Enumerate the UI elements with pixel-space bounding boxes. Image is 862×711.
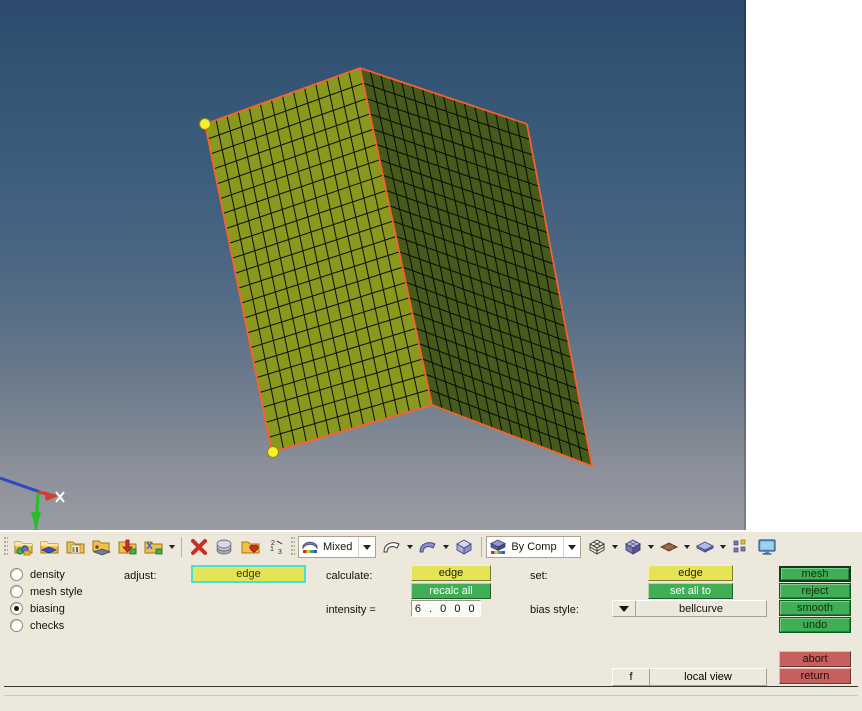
axis-gizmo — [0, 476, 65, 530]
calculate-recalc-all-button[interactable]: recalc all — [411, 583, 491, 599]
shading-mode-icon — [299, 537, 321, 557]
radio-label-biasing: biasing — [30, 602, 65, 615]
radio-indicator-checks — [10, 619, 23, 632]
chevron-down-icon-planeblue[interactable] — [718, 534, 728, 560]
chevron-down-icon-biasstyle[interactable] — [613, 601, 636, 616]
3d-viewport[interactable] — [0, 0, 746, 530]
curve-open-icon[interactable] — [379, 534, 405, 560]
undo-button[interactable]: undo — [779, 617, 851, 633]
folder-tools-icon[interactable] — [141, 534, 167, 560]
shaded-cube-icon[interactable] — [620, 534, 646, 560]
shading-mode-combo[interactable]: Mixed — [298, 536, 377, 558]
chevron-down-icon-planebrown[interactable] — [682, 534, 692, 560]
surface-icon[interactable] — [415, 534, 441, 560]
radio-indicator-biasing — [10, 602, 23, 615]
chevron-down-icon-colorby[interactable] — [562, 537, 580, 557]
chevron-down-icon-tools[interactable] — [167, 534, 177, 560]
folder-new-layer-icon[interactable] — [89, 534, 115, 560]
local-view-value[interactable]: local view — [650, 669, 766, 685]
color-by-icon — [487, 537, 509, 557]
main-toolbar: 2 1 3 Mixed By Comp — [0, 531, 862, 561]
chevron-down-icon-shadedcube[interactable] — [646, 534, 656, 560]
axis-x-label — [55, 491, 65, 503]
toolbar-gripper-1[interactable] — [4, 537, 8, 557]
cube-solid-icon[interactable] — [451, 534, 477, 560]
radio-label-checks: checks — [30, 619, 65, 632]
chevron-down-icon-wirecube[interactable] — [610, 534, 620, 560]
bias-style-dropdown[interactable]: bellcurve — [612, 600, 767, 617]
radio-checks[interactable]: checks — [10, 617, 83, 634]
bias-style-label: bias style: — [530, 604, 579, 616]
bias-style-value: bellcurve — [678, 602, 724, 615]
set-target-button[interactable]: edge — [648, 565, 733, 581]
toolbar-gripper-2[interactable] — [291, 537, 295, 557]
component-grid-icon[interactable] — [728, 534, 754, 560]
mode-radio-group: density mesh style biasing checks — [10, 566, 83, 634]
folder-objects-icon[interactable] — [11, 534, 37, 560]
numbered-order-icon[interactable]: 2 1 3 — [264, 534, 290, 560]
folder-heart-icon[interactable] — [238, 534, 264, 560]
folder-import-icon[interactable] — [115, 534, 141, 560]
folder-properties-icon[interactable] — [63, 534, 89, 560]
monitor-screen-icon[interactable] — [754, 534, 780, 560]
return-button[interactable]: return — [779, 668, 851, 684]
calculate-label: calculate: — [326, 570, 373, 582]
intensity-input[interactable]: 6 . 0 0 0 — [411, 600, 481, 617]
set-all-to-button[interactable]: set all to — [648, 583, 733, 599]
radio-indicator-mesh-style — [10, 585, 23, 598]
set-label: set: — [530, 570, 548, 582]
copy-stack-icon[interactable] — [212, 534, 238, 560]
application-window: 2 1 3 Mixed By Comp density mesh style b… — [0, 0, 862, 711]
svg-text:3: 3 — [278, 549, 282, 556]
plane-brown-icon[interactable] — [656, 534, 682, 560]
calculate-target-button[interactable]: edge — [411, 565, 491, 581]
shading-mode-label: Mixed — [323, 541, 353, 553]
viewport-canvas — [0, 67, 594, 530]
viewport-edge-shadow — [744, 0, 746, 530]
chevron-down-icon-surface[interactable] — [441, 534, 451, 560]
radio-label-mesh-style: mesh style — [30, 585, 83, 598]
svg-text:1: 1 — [270, 546, 274, 553]
panel-footer-strip — [4, 687, 858, 696]
toolbar-separator-2 — [481, 537, 483, 557]
mesh-button[interactable]: mesh — [779, 566, 851, 582]
color-by-label: By Comp — [511, 541, 557, 553]
radio-biasing[interactable]: biasing — [10, 600, 83, 617]
delete-red-x-icon[interactable] — [186, 534, 212, 560]
local-view-bar[interactable]: f local view — [612, 668, 767, 686]
color-by-combo[interactable]: By Comp — [486, 536, 581, 558]
radio-label-density: density — [30, 568, 65, 581]
reject-button[interactable]: reject — [779, 583, 851, 599]
plane-blue-icon[interactable] — [692, 534, 718, 560]
local-view-f-button[interactable]: f — [613, 669, 650, 685]
smooth-button[interactable]: smooth — [779, 600, 851, 616]
toolbar-separator-1 — [181, 537, 182, 557]
adjust-value-field[interactable]: edge — [191, 565, 306, 583]
wire-cube-icon[interactable] — [584, 534, 610, 560]
chevron-down-icon-shading[interactable] — [358, 537, 375, 557]
intensity-label: intensity = — [326, 604, 376, 616]
abort-button[interactable]: abort — [779, 651, 851, 667]
chevron-down-icon-curve[interactable] — [405, 534, 415, 560]
radio-indicator-density — [10, 568, 23, 581]
radio-density[interactable]: density — [10, 566, 83, 583]
radio-mesh-style[interactable]: mesh style — [10, 583, 83, 600]
adjust-label: adjust: — [124, 570, 157, 582]
folder-layer-icon[interactable] — [37, 534, 63, 560]
